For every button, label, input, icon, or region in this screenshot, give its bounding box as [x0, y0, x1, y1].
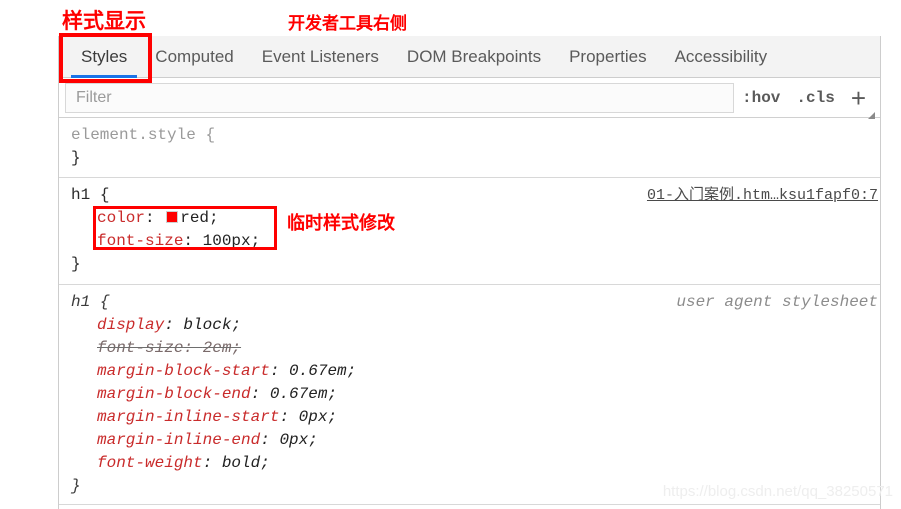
rule-source-link[interactable]: 01-入门案例.htm…ksu1fapf0:7 — [647, 184, 878, 207]
devtools-tab-bar: Styles Computed Event Listeners DOM Brea… — [59, 36, 880, 78]
hov-toggle-button[interactable]: :hov — [734, 89, 788, 107]
tab-styles[interactable]: Styles — [67, 36, 141, 78]
declaration-property: display — [97, 316, 165, 334]
watermark-text: https://blog.csdn.net/qq_38250571 — [662, 483, 893, 500]
tab-styles-label: Styles — [81, 46, 128, 66]
tab-computed-label: Computed — [155, 46, 234, 66]
declaration-font-size[interactable]: font-size: 100px; — [59, 230, 880, 253]
declaration-margin-block-end[interactable]: margin-block-end: 0.67em; — [59, 383, 880, 406]
declaration-font-size-overridden[interactable]: font-size: 2em; — [59, 337, 880, 360]
rule-close-brace: } — [71, 255, 81, 273]
rule-selector: element.style { — [71, 124, 215, 147]
declaration-property: font-size — [97, 339, 184, 357]
rule-block-author-h1[interactable]: h1 { 01-入门案例.htm…ksu1fapf0:7 color: red;… — [59, 178, 880, 285]
tab-accessibility[interactable]: Accessibility — [661, 36, 782, 78]
color-swatch-icon[interactable] — [166, 211, 179, 223]
annotation-devtools-right: 开发者工具右侧 — [288, 14, 407, 33]
declaration-property: margin-inline-end — [97, 431, 261, 449]
rule-close-brace: } — [71, 149, 81, 167]
cls-toggle-button[interactable]: .cls — [788, 89, 842, 107]
rule-open-brace: { — [99, 186, 110, 204]
rule-open-brace: { — [205, 126, 216, 144]
declaration-margin-block-start[interactable]: margin-block-start: 0.67em; — [59, 360, 880, 383]
tab-properties[interactable]: Properties — [555, 36, 660, 78]
rule-selector-text: h1 — [71, 186, 91, 204]
declaration-value: 0.67em — [289, 362, 347, 380]
declaration-value: 2em — [202, 339, 232, 357]
declaration-color[interactable]: color: red; — [59, 207, 880, 230]
declaration-value: 100px — [202, 232, 251, 250]
declaration-value: block — [183, 316, 232, 334]
declaration-property: color — [97, 209, 146, 227]
rule-selector-text: element.style — [71, 126, 196, 144]
rule-block-user-agent-h1[interactable]: h1 { user agent stylesheet display: bloc… — [59, 285, 880, 505]
tab-accessibility-label: Accessibility — [674, 46, 768, 66]
rule-block-element-style[interactable]: element.style { } — [59, 118, 880, 178]
annotation-temp-style-change: 临时样式修改 — [287, 215, 395, 235]
tab-properties-label: Properties — [569, 46, 647, 66]
declaration-property: font-weight — [97, 454, 203, 472]
filter-input[interactable] — [65, 82, 734, 113]
declaration-margin-inline-end[interactable]: margin-inline-end: 0px; — [59, 429, 880, 452]
rule-selector-row: h1 { 01-入门案例.htm…ksu1fapf0:7 — [59, 184, 880, 207]
declaration-margin-inline-start[interactable]: margin-inline-start: 0px; — [59, 406, 880, 429]
declaration-property: font-size — [97, 232, 184, 250]
devtools-styles-panel: Styles Computed Event Listeners DOM Brea… — [58, 36, 881, 509]
tab-dom-breakpoints[interactable]: DOM Breakpoints — [393, 36, 555, 78]
declaration-value: red — [180, 209, 210, 227]
declaration-font-weight[interactable]: font-weight: bold; — [59, 452, 880, 475]
user-agent-stylesheet-label: user agent stylesheet — [676, 293, 878, 311]
add-new-rule-button[interactable]: + — [843, 82, 876, 119]
tab-event-listeners-label: Event Listeners — [261, 46, 379, 66]
declaration-value: 0px — [298, 408, 328, 426]
plus-icon: + — [850, 82, 866, 113]
declaration-value: 0.67em — [269, 385, 328, 403]
declaration-property: margin-inline-start — [97, 408, 280, 426]
rule-selector-row: element.style { — [59, 124, 880, 147]
rule-selector-row: h1 { user agent stylesheet — [59, 291, 880, 314]
rule-selector: h1 { — [71, 291, 109, 314]
declaration-property: margin-block-end — [97, 385, 251, 403]
tab-computed[interactable]: Computed — [141, 36, 247, 78]
tab-event-listeners[interactable]: Event Listeners — [248, 36, 393, 78]
rule-selector: h1 { — [71, 184, 109, 207]
declaration-property: margin-block-start — [97, 362, 270, 380]
rule-open-brace: { — [99, 293, 110, 311]
annotation-styles-display: 样式显示 — [62, 10, 146, 33]
styles-filter-toolbar: :hov .cls + — [59, 78, 880, 119]
tab-dom-breakpoints-label: DOM Breakpoints — [406, 46, 542, 66]
rule-selector-text: h1 — [71, 293, 91, 311]
declaration-display[interactable]: display: block; — [59, 314, 880, 337]
declaration-value: 0px — [279, 431, 309, 449]
declaration-value: bold — [221, 454, 261, 472]
